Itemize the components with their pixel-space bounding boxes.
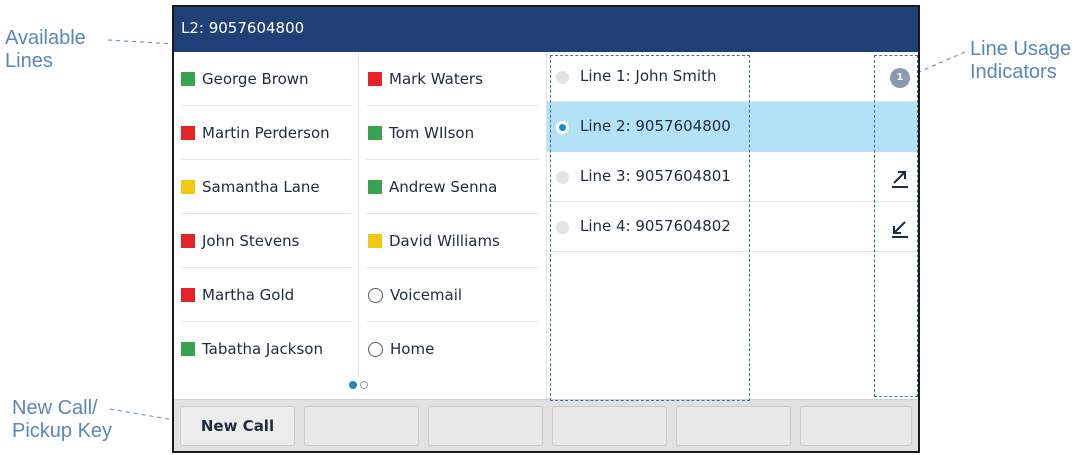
radio-unselected-icon <box>556 170 569 184</box>
page-dot-active <box>349 381 357 389</box>
softkey-bar: New Call <box>174 399 918 451</box>
contact-name: Martha Gold <box>202 286 295 304</box>
softkey-3[interactable] <box>428 406 543 446</box>
radio-selected-icon <box>556 120 569 134</box>
contact-name: Tom WIlson <box>389 124 475 142</box>
line-row-2[interactable]: Line 2: 9057604800 <box>547 102 918 152</box>
radio-unselected-icon <box>556 70 569 84</box>
title-bar: L2: 9057604800 <box>174 7 918 52</box>
radio-unselected-icon <box>556 220 569 234</box>
count-badge-icon: 1 <box>890 68 910 88</box>
line-label: Line 3: 9057604801 <box>580 167 731 185</box>
contacts-column-left: George Brown Martin Perderson Samantha L… <box>174 52 359 377</box>
empty-circle-icon <box>368 287 383 303</box>
contact-name: Samantha Lane <box>202 178 320 196</box>
presence-available-icon <box>181 342 195 356</box>
softkey-5[interactable] <box>676 406 791 446</box>
active-line-title: L2: 9057604800 <box>181 19 305 37</box>
contact-item[interactable]: Tom WIlson <box>359 106 546 160</box>
presence-busy-icon <box>181 126 195 140</box>
outgoing-call-icon <box>892 171 908 188</box>
line-row-4[interactable]: Line 4: 9057604802 <box>547 202 918 252</box>
presence-busy-icon <box>181 234 195 248</box>
contacts-column-right: Mark Waters Tom WIlson Andrew Senna Davi… <box>359 52 546 377</box>
incoming-call-icon <box>892 221 908 238</box>
presence-away-icon <box>181 180 195 194</box>
line-label: Line 1: John Smith <box>580 67 717 85</box>
contact-item[interactable]: Martha Gold <box>174 268 358 322</box>
contact-item[interactable]: George Brown <box>174 52 358 106</box>
callout-line: Available <box>5 27 86 49</box>
contact-item[interactable]: Andrew Senna <box>359 160 546 214</box>
callout-line-usage-indicators: Line Usage Indicators <box>970 38 1071 84</box>
contact-name: Home <box>390 340 435 358</box>
contact-name: Voicemail <box>390 286 463 304</box>
contact-item[interactable]: John Stevens <box>174 214 358 268</box>
contact-item-home[interactable]: Home <box>359 322 546 376</box>
callout-line: Line Usage <box>970 38 1072 60</box>
contact-name: Tabatha Jackson <box>202 340 323 358</box>
callout-available-lines: Available Lines <box>5 27 86 73</box>
contact-name: George Brown <box>202 70 309 88</box>
callout-line: Lines <box>5 50 53 72</box>
softkey-6[interactable] <box>800 406 912 446</box>
contact-name: Andrew Senna <box>389 178 498 196</box>
page-dot-inactive <box>360 381 368 389</box>
softkey-4[interactable] <box>552 406 667 446</box>
callout-line: Indicators <box>970 61 1057 83</box>
contact-item[interactable]: David Williams <box>359 214 546 268</box>
contact-name: John Stevens <box>202 232 300 250</box>
leader-new-call <box>109 408 181 422</box>
contact-name: Mark Waters <box>389 70 483 88</box>
softkey-2[interactable] <box>304 406 419 446</box>
presence-away-icon <box>368 234 382 248</box>
contact-item-voicemail[interactable]: Voicemail <box>359 268 546 322</box>
contact-item[interactable]: Samantha Lane <box>174 160 358 214</box>
presence-busy-icon <box>181 288 195 302</box>
page-indicator[interactable] <box>349 381 368 389</box>
contact-item[interactable]: Tabatha Jackson <box>174 322 358 376</box>
line-row-3[interactable]: Line 3: 9057604801 <box>547 152 918 202</box>
contact-item[interactable]: Martin Perderson <box>174 106 358 160</box>
contacts-panel: George Brown Martin Perderson Samantha L… <box>174 52 546 399</box>
leader-line-usage <box>918 51 966 73</box>
presence-available-icon <box>368 126 382 140</box>
phone-screen: L2: 9057604800 George Brown Martin Perde… <box>172 5 920 453</box>
presence-available-icon <box>181 72 195 86</box>
presence-busy-icon <box>368 72 382 86</box>
callout-line: Pickup Key <box>12 420 113 442</box>
presence-available-icon <box>368 180 382 194</box>
line-label: Line 4: 9057604802 <box>580 217 731 235</box>
contact-name: Martin Perderson <box>202 124 330 142</box>
line-label: Line 2: 9057604800 <box>580 117 731 135</box>
contact-item[interactable]: Mark Waters <box>359 52 546 106</box>
empty-circle-icon <box>368 341 383 357</box>
callout-line: New Call/ <box>12 397 98 419</box>
callout-new-call-pickup-key: New Call/ Pickup Key <box>12 397 112 443</box>
contact-name: David Williams <box>389 232 500 250</box>
line-row-1[interactable]: Line 1: John Smith 1 <box>547 52 918 102</box>
new-call-button[interactable]: New Call <box>180 406 295 446</box>
lines-panel: Line 1: John Smith 1 Line 2: 9057604800 … <box>547 52 918 399</box>
